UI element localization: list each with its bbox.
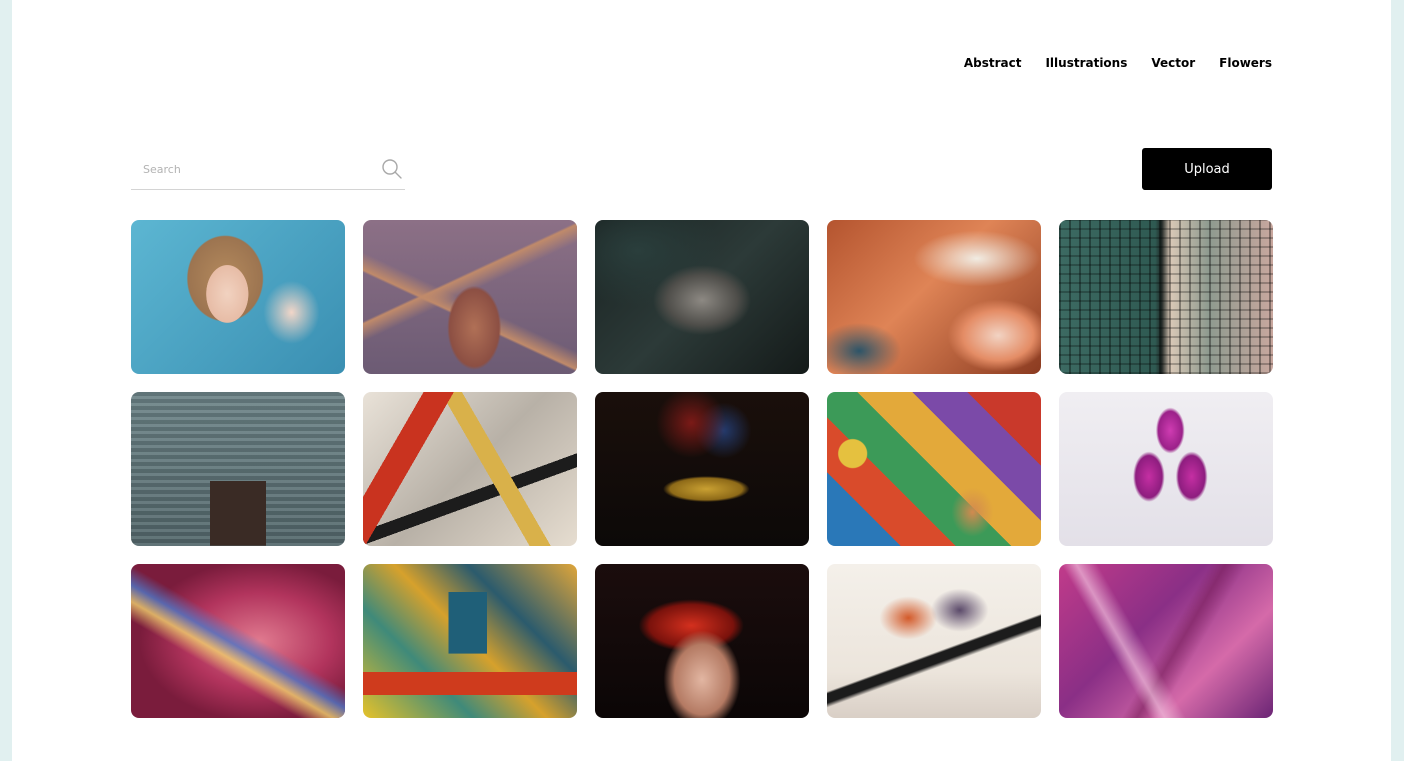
gallery-image[interactable] xyxy=(595,564,809,718)
nav-item-abstract[interactable]: Abstract xyxy=(964,54,1022,72)
image-stone-wall-door xyxy=(131,392,345,546)
image-woman-blue-makeup xyxy=(131,220,345,374)
image-purple-tulips xyxy=(1059,392,1273,546)
search-icon[interactable] xyxy=(381,158,403,180)
image-yellow-flower xyxy=(595,392,809,546)
nav-item-vector[interactable]: Vector xyxy=(1151,54,1195,72)
nav-item-illustrations[interactable]: Illustrations xyxy=(1045,54,1127,72)
image-purple-texture xyxy=(1059,564,1273,718)
gallery-image[interactable] xyxy=(363,564,577,718)
image-dark-sculpture xyxy=(595,220,809,374)
image-torn-posters xyxy=(363,392,577,546)
gallery-image[interactable] xyxy=(827,220,1041,374)
search-bar xyxy=(131,150,405,190)
image-buildings xyxy=(1059,220,1273,374)
top-nav: Abstract Illustrations Vector Flowers xyxy=(964,54,1272,72)
gallery-image[interactable] xyxy=(363,220,577,374)
image-low-poly-deer xyxy=(363,220,577,374)
image-paintbrush xyxy=(131,564,345,718)
page: Abstract Illustrations Vector Flowers Up… xyxy=(12,0,1391,761)
gallery-image[interactable] xyxy=(1059,220,1273,374)
gallery-image[interactable] xyxy=(595,392,809,546)
image-ink-tree xyxy=(827,564,1041,718)
gallery-image[interactable] xyxy=(131,564,345,718)
gallery-image[interactable] xyxy=(131,392,345,546)
gallery-image[interactable] xyxy=(827,564,1041,718)
gallery-image[interactable] xyxy=(827,392,1041,546)
nav-item-flowers[interactable]: Flowers xyxy=(1219,54,1272,72)
image-gallery xyxy=(131,220,1273,718)
image-abstract-paint xyxy=(363,564,577,718)
image-woman-red-light xyxy=(595,564,809,718)
gallery-image[interactable] xyxy=(1059,392,1273,546)
gallery-image[interactable] xyxy=(131,220,345,374)
search-input[interactable] xyxy=(131,150,383,188)
image-cubist-painting xyxy=(827,392,1041,546)
gallery-image[interactable] xyxy=(1059,564,1273,718)
upload-button[interactable]: Upload xyxy=(1142,148,1272,190)
gallery-image[interactable] xyxy=(363,392,577,546)
gallery-image[interactable] xyxy=(595,220,809,374)
image-orange-abstract xyxy=(827,220,1041,374)
